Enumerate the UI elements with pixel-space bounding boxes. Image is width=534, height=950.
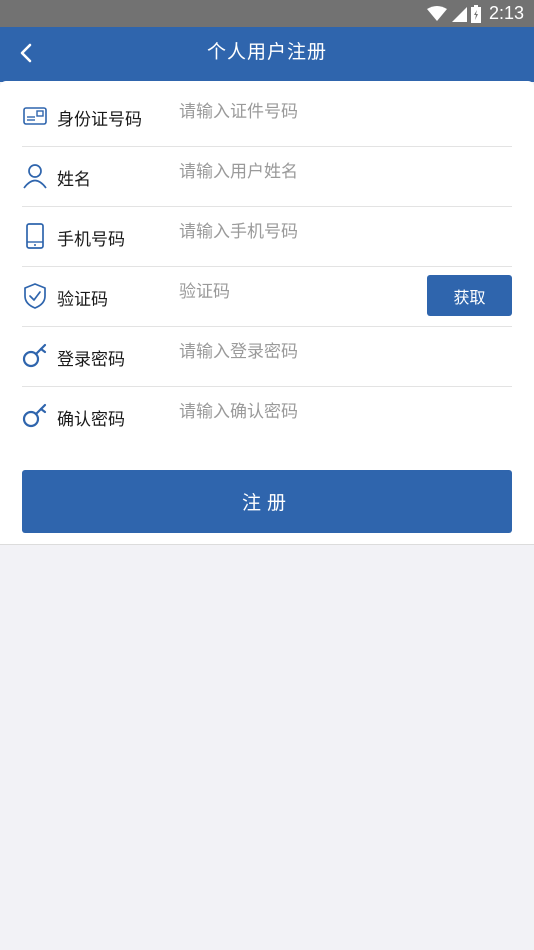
- shield-check-icon: [22, 282, 48, 310]
- id-number-label: 身份证号码: [57, 110, 142, 130]
- registration-form: 身份证号码 姓名 手机号码 验证码: [0, 81, 534, 545]
- form-row-id-number: 身份证号码: [22, 86, 512, 147]
- password-input[interactable]: [179, 338, 419, 366]
- form-row-phone: 手机号码: [22, 206, 512, 267]
- app-bar: 个人用户注册: [0, 27, 534, 82]
- password-label: 登录密码: [57, 350, 125, 370]
- verification-label: 验证码: [57, 290, 108, 310]
- form-row-verification: 验证码 获取: [22, 266, 512, 327]
- form-row-confirm-password: 确认密码: [22, 386, 512, 446]
- key-icon: [22, 402, 48, 430]
- key-icon: [22, 342, 48, 370]
- name-label: 姓名: [57, 170, 91, 190]
- confirm-password-label: 确认密码: [57, 410, 125, 430]
- signal-icon: [451, 6, 467, 22]
- form-row-name: 姓名: [22, 146, 512, 207]
- user-icon: [22, 162, 48, 190]
- phone-input[interactable]: [179, 218, 419, 246]
- form-row-password: 登录密码: [22, 326, 512, 387]
- confirm-password-input[interactable]: [179, 398, 419, 426]
- get-code-button[interactable]: 获取: [427, 275, 512, 316]
- name-input[interactable]: [179, 158, 419, 186]
- register-button[interactable]: 注册: [22, 470, 512, 533]
- battery-icon: [470, 4, 481, 23]
- phone-icon: [22, 222, 48, 250]
- id-card-icon: [22, 102, 48, 130]
- status-bar: 2:13: [0, 0, 534, 27]
- status-icons: [426, 4, 481, 23]
- phone-label: 手机号码: [57, 230, 125, 250]
- id-number-input[interactable]: [179, 98, 419, 126]
- status-time: 2:13: [488, 3, 524, 23]
- page-title: 个人用户注册: [206, 40, 327, 63]
- verification-input[interactable]: [179, 278, 399, 306]
- wifi-icon: [426, 5, 447, 21]
